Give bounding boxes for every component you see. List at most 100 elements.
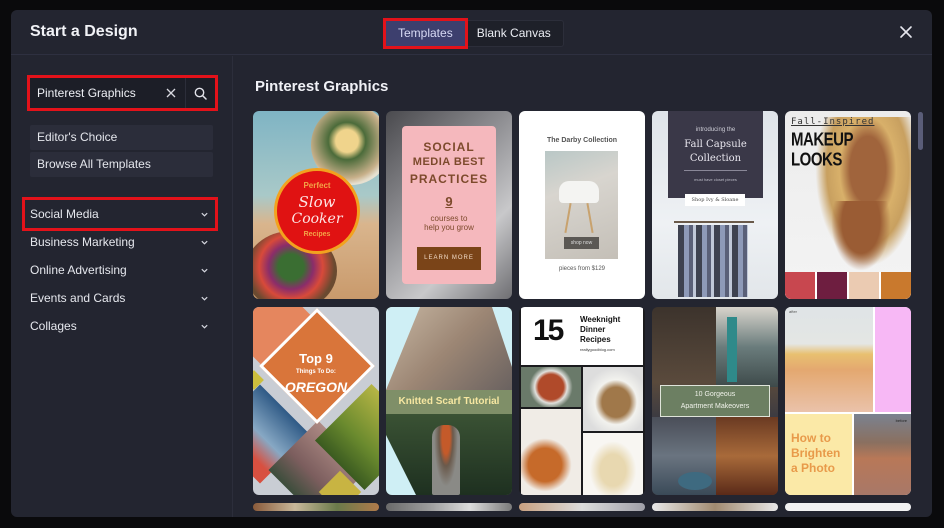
clear-search-button[interactable] <box>157 78 185 108</box>
card-text: How to <box>791 431 831 445</box>
chair-image: shop now <box>545 151 618 259</box>
swatch <box>849 272 879 299</box>
close-button[interactable] <box>898 24 914 40</box>
chair-leg <box>586 203 594 233</box>
search-box <box>27 75 218 111</box>
template-card-weeknight-dinner[interactable]: 15 Weeknight Dinner Recipes reallygoodbl… <box>519 307 645 495</box>
close-icon <box>900 26 912 38</box>
template-card-partial[interactable] <box>253 503 379 511</box>
chevron-down-icon <box>201 296 208 301</box>
title-panel: introducing the Fall Capsule Collection … <box>668 111 763 198</box>
card-text: Brighten <box>791 446 841 460</box>
scrollbar-thumb[interactable] <box>918 112 923 150</box>
title-panel: 10 Gorgeous Apartment Makeovers <box>660 385 770 417</box>
card-text: Collection <box>689 153 742 164</box>
template-card-partial[interactable] <box>386 503 512 511</box>
food-photo <box>583 367 643 431</box>
card-text: Recipes <box>303 231 331 238</box>
template-card-partial[interactable] <box>519 503 645 511</box>
template-card-makeup-looks[interactable]: Fall-Inspired MAKEUP LOOKS <box>785 111 911 299</box>
card-text: a Photo <box>791 461 835 475</box>
template-card-apartment-makeovers[interactable]: 10 Gorgeous Apartment Makeovers <box>652 307 778 495</box>
tab-templates[interactable]: Templates <box>383 18 468 49</box>
chevron-down-icon <box>201 268 208 273</box>
card-text: Knitted Scarf Tutorial <box>398 396 500 407</box>
dialog-title: Start a Design <box>30 23 138 40</box>
template-browser: Pinterest Graphics Perfect Slow Cooker R… <box>234 56 932 517</box>
card-text: Dinner <box>580 325 606 334</box>
card-text: introducing the <box>695 127 736 133</box>
card-text: courses to <box>430 214 468 223</box>
curtain <box>727 317 737 382</box>
recipe-badge: Perfect Slow Cooker Recipes <box>274 168 360 254</box>
search-input[interactable] <box>30 78 157 108</box>
browse-all-templates-button[interactable]: Browse All Templates <box>30 152 213 177</box>
tab-blank-canvas[interactable]: Blank Canvas <box>465 21 563 46</box>
template-card-fall-capsule[interactable]: introducing the Fall Capsule Collection … <box>652 111 778 299</box>
category-events-and-cards[interactable]: Events and Cards <box>25 284 215 312</box>
chair-seat <box>559 181 599 203</box>
interior-photo <box>716 307 778 387</box>
card-text: before <box>895 418 907 423</box>
card-text: 15 <box>533 314 564 347</box>
category-label: Social Media <box>30 207 99 221</box>
template-card-social-media-best-practices[interactable]: SOCIAL MEDIA BEST PRACTICES 9 courses to… <box>386 111 512 299</box>
card-text: 9 <box>445 194 453 209</box>
category-label: Business Marketing <box>30 235 135 249</box>
template-card-oregon[interactable]: Top 9 Things To Do: OREGON <box>253 307 379 495</box>
template-card-partial[interactable] <box>785 503 911 511</box>
clothes-rail <box>674 221 754 223</box>
card-text: after <box>789 309 798 314</box>
header-panel: 15 Weeknight Dinner Recipes reallygoodbl… <box>521 307 643 365</box>
card-text: Cooker <box>291 211 343 227</box>
shop-now-label: shop now <box>564 237 599 249</box>
card-text: Fall Capsule <box>684 139 747 150</box>
food-photo <box>521 367 581 407</box>
before-photo: before <box>854 414 911 495</box>
category-label: Online Advertising <box>30 263 127 277</box>
category-social-media[interactable]: Social Media <box>22 197 218 231</box>
pink-block <box>875 307 911 412</box>
editors-choice-button[interactable]: Editor's Choice <box>30 125 213 150</box>
design-mode-tabs: Templates Blank Canvas <box>383 18 564 49</box>
template-card-brighten-photo[interactable]: after How to Brighten a Photo before <box>785 307 911 495</box>
quick-links: Editor's Choice Browse All Templates <box>30 125 213 179</box>
swatch <box>817 272 847 299</box>
category-business-marketing[interactable]: Business Marketing <box>25 228 215 256</box>
triangle-accent <box>386 307 420 390</box>
model-shoulders <box>831 201 891 271</box>
food-photo <box>583 433 643 495</box>
triangle-accent <box>492 307 512 367</box>
swatch <box>881 272 911 299</box>
person-figure <box>432 425 460 495</box>
dialog-header: Start a Design Templates Blank Canvas <box>11 10 932 55</box>
card-text: reallygoodblog.com <box>580 347 615 352</box>
sidebar: Editor's Choice Browse All Templates Soc… <box>11 56 233 517</box>
template-card-partial[interactable] <box>652 503 778 511</box>
card-text: Perfect <box>303 181 331 190</box>
search-icon <box>194 87 207 100</box>
shop-label: Shop Ivy & Sloane <box>685 194 745 206</box>
card-text: Apartment Makeovers <box>680 403 750 410</box>
card-text: LOOKS <box>791 150 842 171</box>
after-photo: after <box>785 307 873 412</box>
card-text: The Darby Collection <box>546 137 617 144</box>
card-text: PRACTICES <box>409 172 489 186</box>
template-card-darby-collection[interactable]: The Darby Collection shop now pieces fro… <box>519 111 645 299</box>
card-text: OREGON <box>284 379 348 395</box>
start-design-dialog: Start a Design Templates Blank Canvas Ed… <box>11 10 932 517</box>
card-text: Top 9 <box>299 351 333 366</box>
template-card-knitted-scarf[interactable]: Knitted Scarf Tutorial <box>386 307 512 495</box>
card-text: MAKEUP <box>791 130 854 151</box>
category-label: Events and Cards <box>30 291 126 305</box>
triangle-accent <box>386 435 416 495</box>
card-text: Recipes <box>580 335 611 344</box>
pink-panel: SOCIAL MEDIA BEST PRACTICES 9 courses to… <box>402 126 496 284</box>
category-online-advertising[interactable]: Online Advertising <box>25 256 215 284</box>
category-collages[interactable]: Collages <box>25 312 215 340</box>
card-text: MEDIA BEST <box>412 156 486 168</box>
food-photo <box>521 409 581 495</box>
template-card-slow-cooker[interactable]: Perfect Slow Cooker Recipes <box>253 111 379 299</box>
search-button[interactable] <box>185 78 215 108</box>
chevron-down-icon <box>201 212 208 217</box>
